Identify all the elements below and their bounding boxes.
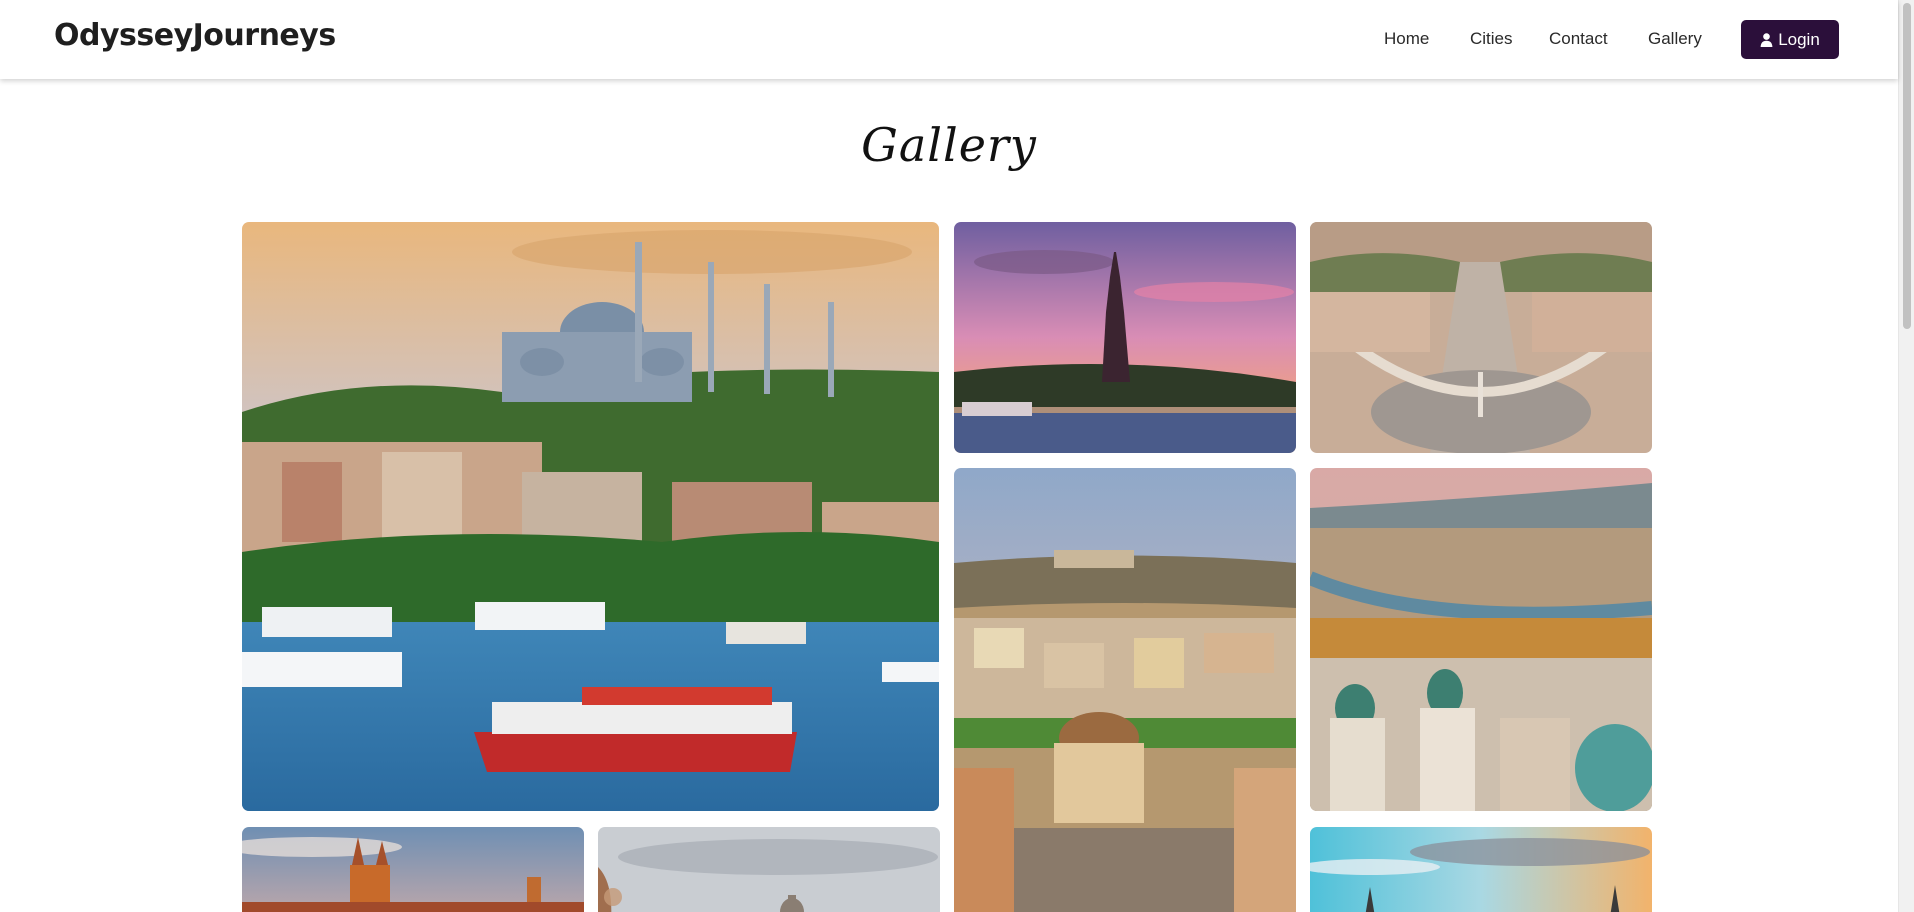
scrollbar-thumb[interactable] (1903, 3, 1911, 329)
brand-logo[interactable]: OdysseyJourneys (54, 18, 336, 53)
page-scrollbar[interactable] (1898, 0, 1914, 912)
gallery-image-istanbul[interactable] (242, 222, 939, 811)
login-label: Login (1778, 29, 1820, 49)
gallery-image-salzburg[interactable] (1310, 468, 1652, 811)
nav-cities[interactable]: Cities (1470, 29, 1513, 49)
nav-home[interactable]: Home (1384, 29, 1429, 49)
gallery-image-prague[interactable] (242, 827, 584, 912)
page-title: Gallery (861, 118, 1037, 172)
nav-gallery[interactable]: Gallery (1648, 29, 1702, 49)
nav-contact[interactable]: Contact (1549, 29, 1608, 49)
gallery-image-dome-city[interactable] (598, 827, 940, 912)
gallery-image-skyline[interactable] (1310, 827, 1652, 912)
gallery-image-vatican[interactable] (1310, 222, 1652, 453)
user-icon (1760, 32, 1773, 47)
login-button[interactable]: Login (1741, 20, 1839, 59)
gallery-image-paris[interactable] (954, 222, 1296, 453)
navbar: OdysseyJourneys Home Cities Contact Gall… (0, 0, 1898, 79)
gallery-image-athens[interactable] (954, 468, 1296, 912)
